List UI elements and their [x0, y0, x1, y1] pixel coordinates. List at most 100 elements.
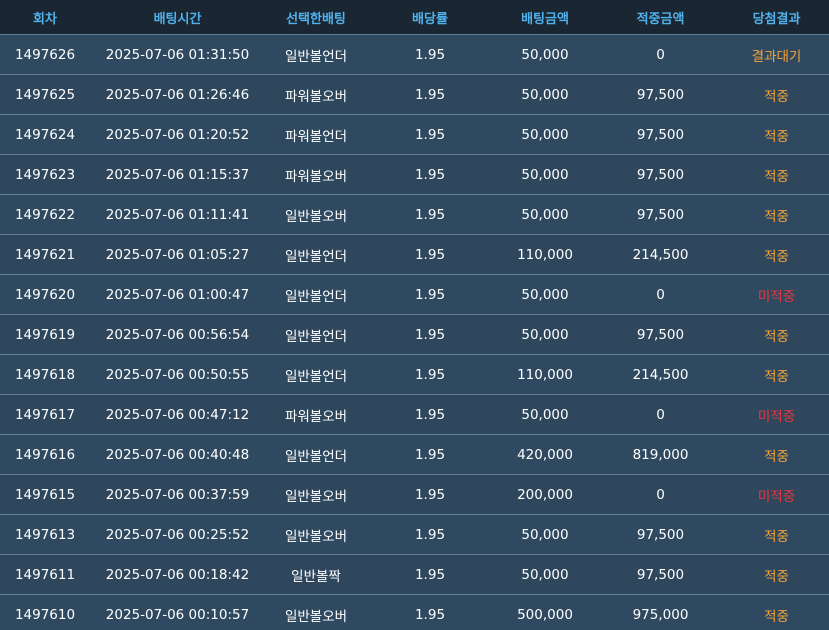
bet-time-cell: 2025-07-06 00:37:59: [90, 474, 265, 515]
odds-cell: 1.95: [367, 154, 493, 195]
header-payout-amount[interactable]: 적중금액: [597, 0, 724, 35]
odds-cell: 1.95: [367, 234, 493, 275]
result-cell: 적중: [724, 594, 829, 630]
header-result[interactable]: 당첨결과: [724, 0, 829, 35]
selected-bet-cell: 일반볼언더: [265, 434, 367, 475]
odds-cell: 1.95: [367, 554, 493, 595]
round-cell: 1497622: [0, 194, 90, 235]
odds-cell: 1.95: [367, 314, 493, 355]
header-round[interactable]: 회차: [0, 0, 90, 35]
table-row[interactable]: 1497610 2025-07-06 00:10:57 일반볼오버 1.95 500,0…: [0, 594, 829, 630]
table-row[interactable]: 1497615 2025-07-06 00:37:59 일반볼오버 1.95 200,0…: [0, 474, 829, 515]
round-cell: 1497620: [0, 274, 90, 315]
payout-amount-cell: 97,500: [597, 194, 724, 235]
bet-amount-cell: 50,000: [493, 274, 597, 315]
bet-amount-cell: 110,000: [493, 234, 597, 275]
result-cell: 적중: [724, 74, 829, 115]
bet-amount-cell: 500,000: [493, 594, 597, 630]
round-cell: 1497611: [0, 554, 90, 595]
bet-time-cell: 2025-07-06 01:11:41: [90, 194, 265, 235]
selected-bet-cell: 일반볼언더: [265, 34, 367, 75]
table-row[interactable]: 1497626 2025-07-06 01:31:50 일반볼언더 1.95 50,00…: [0, 34, 829, 75]
header-odds[interactable]: 배당률: [367, 0, 493, 35]
header-bet-amount[interactable]: 배팅금액: [493, 0, 597, 35]
result-cell: 적중: [724, 314, 829, 355]
table-header-row: 회차 배팅시간 선택한배팅 배당률 배팅금액 적중금액 당첨결과: [0, 0, 829, 35]
selected-bet-cell: 파워볼오버: [265, 154, 367, 195]
round-cell: 1497615: [0, 474, 90, 515]
bet-time-cell: 2025-07-06 00:40:48: [90, 434, 265, 475]
selected-bet-cell: 일반볼오버: [265, 514, 367, 555]
payout-amount-cell: 214,500: [597, 234, 724, 275]
odds-cell: 1.95: [367, 354, 493, 395]
bet-amount-cell: 50,000: [493, 554, 597, 595]
selected-bet-cell: 파워볼오버: [265, 394, 367, 435]
odds-cell: 1.95: [367, 194, 493, 235]
round-cell: 1497621: [0, 234, 90, 275]
bet-amount-cell: 200,000: [493, 474, 597, 515]
payout-amount-cell: 97,500: [597, 554, 724, 595]
result-cell: 결과대기: [724, 34, 829, 75]
bet-amount-cell: 50,000: [493, 194, 597, 235]
bet-time-cell: 2025-07-06 00:50:55: [90, 354, 265, 395]
odds-cell: 1.95: [367, 114, 493, 155]
bet-time-cell: 2025-07-06 00:25:52: [90, 514, 265, 555]
odds-cell: 1.95: [367, 394, 493, 435]
result-cell: 미적중: [724, 394, 829, 435]
selected-bet-cell: 일반볼언더: [265, 234, 367, 275]
result-cell: 적중: [724, 234, 829, 275]
selected-bet-cell: 일반볼언더: [265, 354, 367, 395]
payout-amount-cell: 214,500: [597, 354, 724, 395]
bet-amount-cell: 50,000: [493, 394, 597, 435]
table-row[interactable]: 1497616 2025-07-06 00:40:48 일반볼언더 1.95 420,0…: [0, 434, 829, 475]
result-cell: 적중: [724, 194, 829, 235]
round-cell: 1497617: [0, 394, 90, 435]
table-row[interactable]: 1497621 2025-07-06 01:05:27 일반볼언더 1.95 110,0…: [0, 234, 829, 275]
payout-amount-cell: 0: [597, 394, 724, 435]
table-row[interactable]: 1497623 2025-07-06 01:15:37 파워볼오버 1.95 50,00…: [0, 154, 829, 195]
table-row[interactable]: 1497620 2025-07-06 01:00:47 일반볼언더 1.95 50,00…: [0, 274, 829, 315]
result-cell: 적중: [724, 514, 829, 555]
table-row[interactable]: 1497618 2025-07-06 00:50:55 일반볼언더 1.95 110,0…: [0, 354, 829, 395]
table-row[interactable]: 1497622 2025-07-06 01:11:41 일반볼오버 1.95 50,00…: [0, 194, 829, 235]
round-cell: 1497619: [0, 314, 90, 355]
payout-amount-cell: 0: [597, 34, 724, 75]
table-row[interactable]: 1497624 2025-07-06 01:20:52 파워볼언더 1.95 50,00…: [0, 114, 829, 155]
table-row[interactable]: 1497617 2025-07-06 00:47:12 파워볼오버 1.95 50,00…: [0, 394, 829, 435]
round-cell: 1497623: [0, 154, 90, 195]
table-row[interactable]: 1497619 2025-07-06 00:56:54 일반볼언더 1.95 50,00…: [0, 314, 829, 355]
table-row[interactable]: 1497611 2025-07-06 00:18:42 일반볼짝 1.95 50,000…: [0, 554, 829, 595]
payout-amount-cell: 819,000: [597, 434, 724, 475]
payout-amount-cell: 0: [597, 474, 724, 515]
bet-time-cell: 2025-07-06 00:56:54: [90, 314, 265, 355]
bet-time-cell: 2025-07-06 00:18:42: [90, 554, 265, 595]
result-cell: 미적중: [724, 474, 829, 515]
selected-bet-cell: 일반볼오버: [265, 194, 367, 235]
payout-amount-cell: 97,500: [597, 114, 724, 155]
header-selected-bet[interactable]: 선택한배팅: [265, 0, 367, 35]
bet-amount-cell: 50,000: [493, 34, 597, 75]
table-body: 1497626 2025-07-06 01:31:50 일반볼언더 1.95 50,00…: [0, 34, 829, 630]
round-cell: 1497616: [0, 434, 90, 475]
bet-amount-cell: 50,000: [493, 114, 597, 155]
round-cell: 1497613: [0, 514, 90, 555]
bet-amount-cell: 420,000: [493, 434, 597, 475]
bet-time-cell: 2025-07-06 01:15:37: [90, 154, 265, 195]
table-row[interactable]: 1497625 2025-07-06 01:26:46 파워볼오버 1.95 50,00…: [0, 74, 829, 115]
bet-amount-cell: 50,000: [493, 74, 597, 115]
odds-cell: 1.95: [367, 34, 493, 75]
odds-cell: 1.95: [367, 514, 493, 555]
bet-time-cell: 2025-07-06 01:00:47: [90, 274, 265, 315]
bet-amount-cell: 110,000: [493, 354, 597, 395]
round-cell: 1497626: [0, 34, 90, 75]
bet-time-cell: 2025-07-06 01:20:52: [90, 114, 265, 155]
selected-bet-cell: 일반볼오버: [265, 474, 367, 515]
payout-amount-cell: 97,500: [597, 74, 724, 115]
bet-time-cell: 2025-07-06 00:10:57: [90, 594, 265, 630]
bet-time-cell: 2025-07-06 00:47:12: [90, 394, 265, 435]
bet-time-cell: 2025-07-06 01:26:46: [90, 74, 265, 115]
table-row[interactable]: 1497613 2025-07-06 00:25:52 일반볼오버 1.95 50,00…: [0, 514, 829, 555]
bet-amount-cell: 50,000: [493, 154, 597, 195]
header-bet-time[interactable]: 배팅시간: [90, 0, 265, 35]
payout-amount-cell: 0: [597, 274, 724, 315]
